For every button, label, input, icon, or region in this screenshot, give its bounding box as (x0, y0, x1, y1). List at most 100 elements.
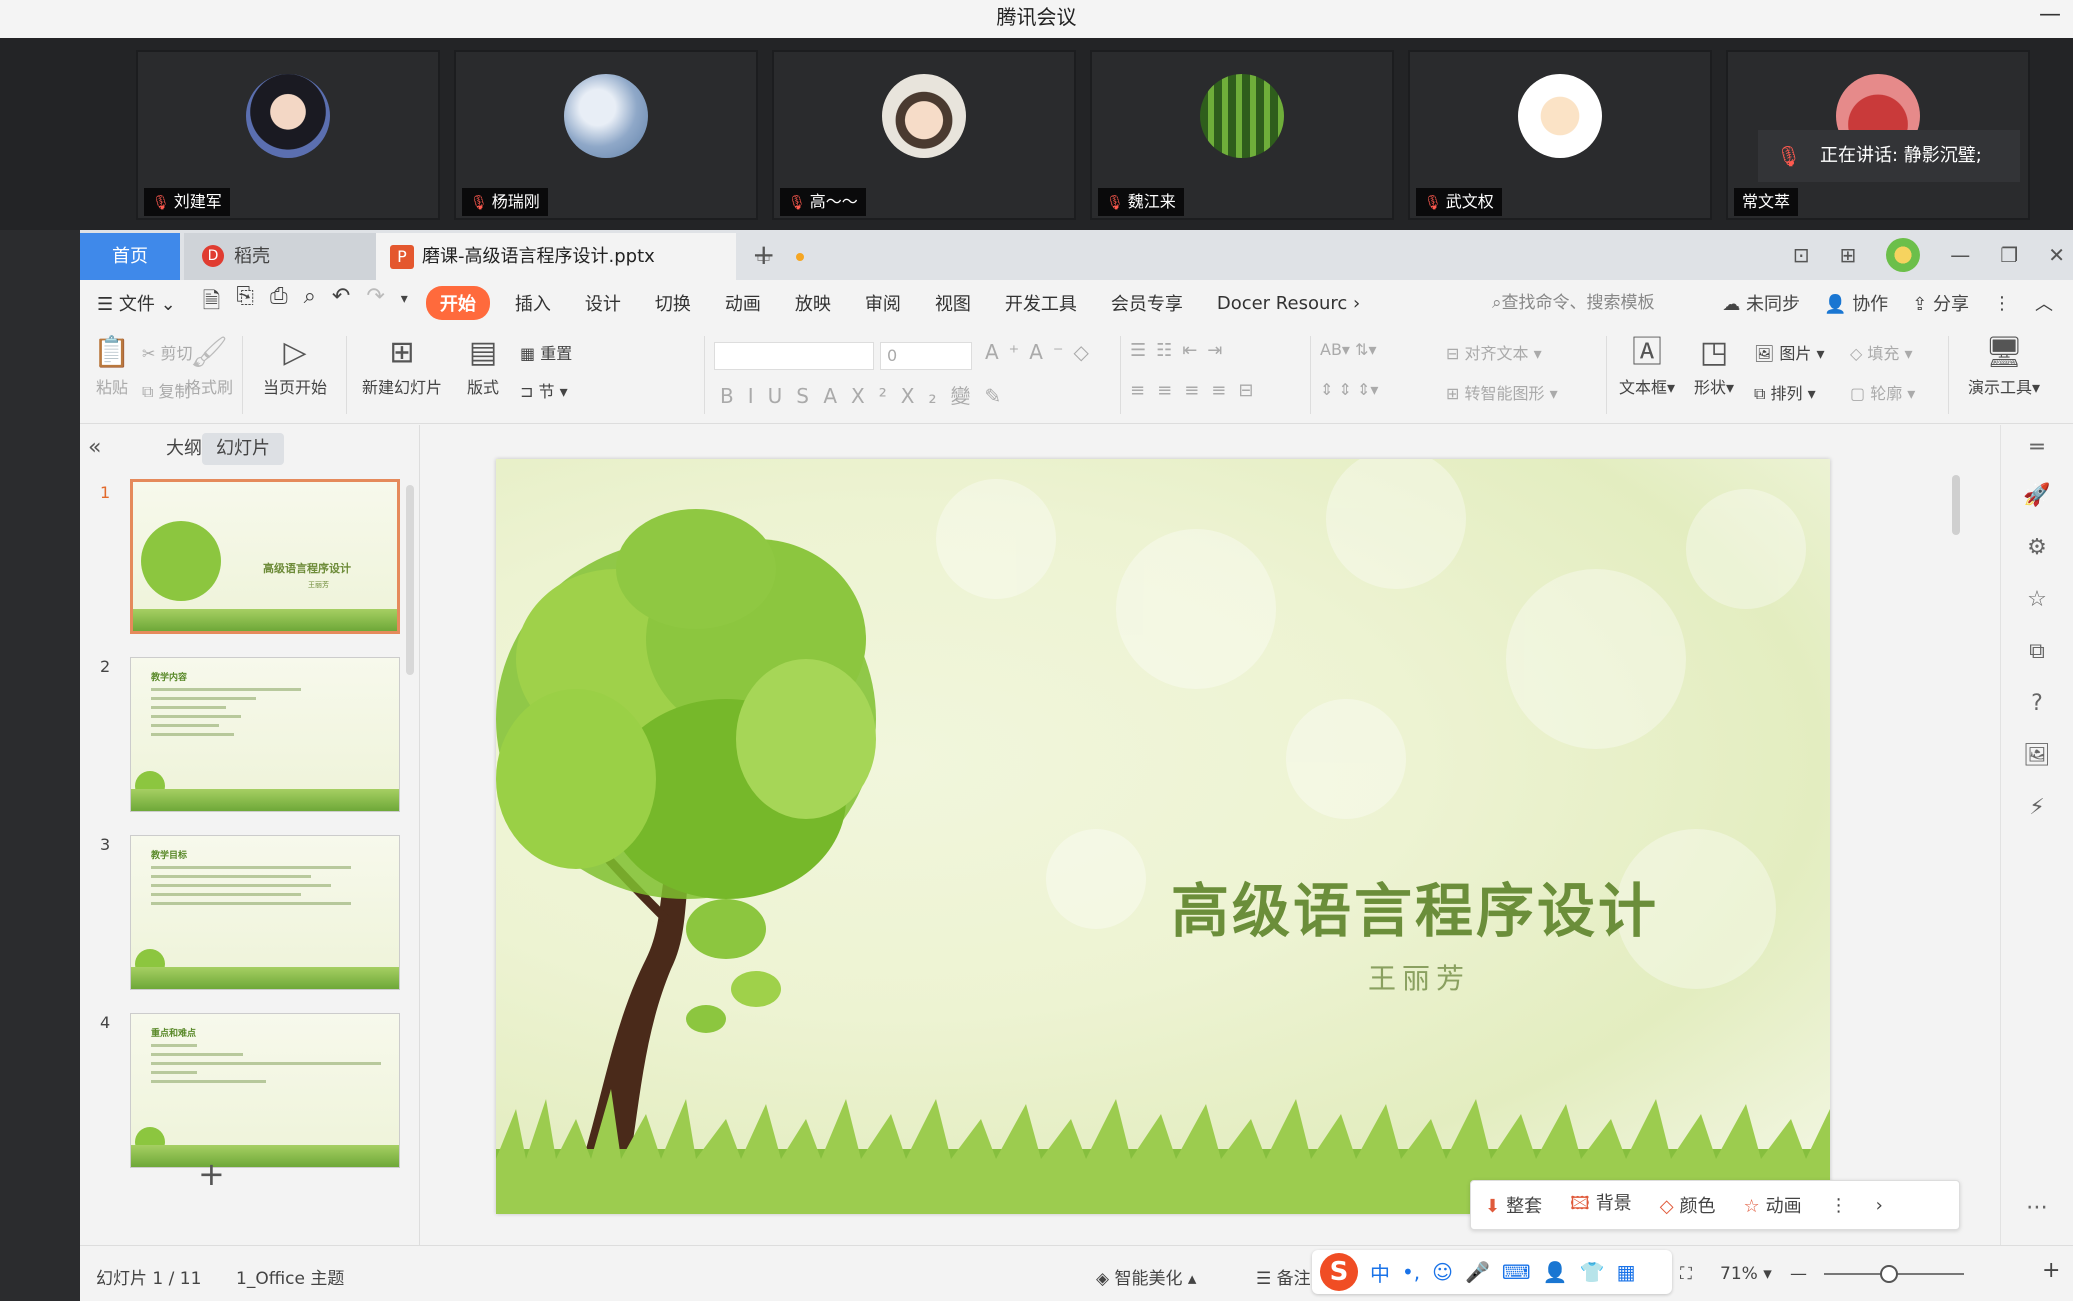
reset-button[interactable]: ▦ 重置 (520, 340, 572, 364)
image-edit-icon[interactable]: 🖼 (2023, 743, 2051, 771)
save-icon[interactable]: 🗎 (203, 284, 221, 322)
more-icon[interactable]: ⋮ (1816, 1195, 1862, 1216)
microphone-icon[interactable]: 🎤 (1465, 1260, 1490, 1284)
user-icon[interactable]: 👤 (1543, 1260, 1568, 1284)
align-controls[interactable]: ≡≡≡≡⊟ (1130, 380, 1265, 401)
zoom-slider-knob[interactable] (1880, 1265, 1898, 1283)
color-button[interactable]: ◇ 颜色 (1646, 1192, 1730, 1218)
participant-tile[interactable]: 🎙 武文权 (1408, 50, 1712, 220)
participant-tile[interactable]: 🎙 高～～ (772, 50, 1076, 220)
collapse-ribbon-icon[interactable]: ︿ (2035, 290, 2053, 316)
slide-title[interactable]: 高级语言程序设计 (1171, 864, 1659, 948)
lightning-icon[interactable]: ⚡ (2023, 795, 2051, 823)
template-set-button[interactable]: ⬇ 整套 (1471, 1192, 1556, 1218)
export-icon[interactable]: ⎘ (236, 284, 254, 322)
zoom-level[interactable]: 71% ▾ (1720, 1264, 1772, 1284)
emoji-icon[interactable]: ☺ (1432, 1260, 1453, 1284)
slide-thumbnail[interactable]: 高级语言程序设计 王丽芳 (130, 479, 400, 634)
menu-review[interactable]: 审阅 (848, 290, 918, 316)
slide-thumbnail[interactable]: 教学内容 (130, 657, 400, 812)
tab-document[interactable]: P 磨课-高级语言程序设计.pptx ▭ (376, 233, 804, 280)
collaborate-button[interactable]: 👤 协作 (1824, 290, 1888, 316)
presenter-tools-button[interactable]: 🖥 演示工具▾ (1956, 334, 2052, 398)
participant-tile[interactable]: 🎙 刘建军 (136, 50, 440, 220)
minimize-button[interactable]: — (2039, 2, 2061, 27)
more-icon[interactable]: ⋯ (2023, 1195, 2051, 1223)
share-button[interactable]: ⇪ 分享 (1912, 290, 1969, 316)
slide-editor[interactable]: 高级语言程序设计 王丽芳 (496, 459, 1830, 1214)
animation-button[interactable]: ☆ 动画 (1730, 1192, 1816, 1218)
sync-button[interactable]: ☁ 未同步 (1722, 290, 1800, 316)
menu-view[interactable]: 视图 (918, 290, 988, 316)
chevron-down-icon[interactable]: ▾ (401, 284, 408, 322)
section-button[interactable]: ⊐ 节 ▾ (520, 378, 568, 402)
slide-subtitle[interactable]: 王丽芳 (1368, 957, 1470, 997)
play-from-current-button[interactable]: ▷ 当页开始 (250, 334, 340, 398)
menu-member[interactable]: 会员专享 (1094, 290, 1200, 316)
new-slide-button[interactable]: ⊞ 新建幻灯片 (352, 334, 452, 398)
fit-window-icon[interactable]: ⛶ (1680, 1264, 1692, 1284)
menu-animation[interactable]: 动画 (708, 290, 778, 316)
skin-icon[interactable]: 👕 (1580, 1260, 1605, 1284)
list-controls[interactable]: ☰☷⇤⇥ (1130, 340, 1232, 361)
background-button[interactable]: 🖾 背景 (1556, 1189, 1646, 1221)
zoom-in-icon[interactable]: + (2042, 1258, 2060, 1283)
smartart-button[interactable]: ⊞ 转智能图形 ▾ (1446, 380, 1558, 404)
tab-slides[interactable]: 幻灯片 (202, 433, 284, 465)
shape-button[interactable]: ◳ 形状▾ (1686, 334, 1742, 398)
menu-design[interactable]: 设计 (568, 290, 638, 316)
font-size-controls[interactable]: A⁺A⁻◇ (985, 340, 1099, 364)
zoom-out-icon[interactable]: — (1790, 1264, 1807, 1284)
user-avatar[interactable] (1886, 238, 1921, 272)
menu-docer[interactable]: Docer Resourc › (1200, 293, 1377, 314)
menu-transition[interactable]: 切换 (638, 290, 708, 316)
beautify-button[interactable]: ◈ 智能美化 ▴ (1096, 1264, 1196, 1289)
punctuation-icon[interactable]: •, (1402, 1260, 1420, 1284)
line-spacing-controls[interactable]: ⇕ ⇕ ⇕▾ (1320, 380, 1378, 399)
new-tab-button[interactable]: + (752, 238, 775, 271)
ime-mode[interactable]: 中 (1370, 1258, 1390, 1287)
canvas-scrollbar[interactable] (1950, 445, 1962, 1185)
undo-icon[interactable]: ↶ (332, 284, 350, 322)
textbox-button[interactable]: 🄰 文本框▾ (1612, 334, 1682, 398)
panel-scrollbar[interactable] (406, 485, 414, 675)
text-direction-controls[interactable]: AB▾ ⇅▾ (1320, 340, 1376, 359)
slides-icon[interactable]: ⧉ (2023, 639, 2051, 667)
command-search[interactable]: ⌕查找命令、搜索模板 (1492, 280, 1655, 326)
close-icon[interactable]: ✕ (2048, 243, 2065, 267)
star-icon[interactable]: ☆ (2023, 587, 2051, 615)
slide-thumbnail[interactable]: 教学目标 (130, 835, 400, 990)
drag-handle-icon[interactable]: ═ (2023, 435, 2051, 463)
fill-button[interactable]: ◇ 填充 ▾ (1850, 340, 1913, 364)
font-size-select[interactable]: 0 (880, 342, 972, 370)
notes-button[interactable]: ☰ 备注 (1256, 1264, 1311, 1289)
rocket-icon[interactable]: 🚀 (2023, 483, 2051, 511)
format-painter-button[interactable]: 🖌 格式刷 (184, 334, 234, 398)
align-text-button[interactable]: ⊟ 对齐文本 ▾ (1446, 340, 1542, 364)
font-style-controls[interactable]: BIUSAX²X₂變✎ (720, 380, 1015, 409)
scroll-thumb[interactable] (1952, 475, 1960, 535)
settings-sliders-icon[interactable]: ⚙ (2023, 535, 2051, 563)
outline-button[interactable]: ▢ 轮廓 ▾ (1850, 380, 1915, 404)
redo-icon[interactable]: ↷ (366, 284, 384, 322)
grid-view-icon[interactable]: ⊞ (1840, 243, 1857, 267)
tab-home[interactable]: 首页 (80, 233, 180, 280)
menu-developer[interactable]: 开发工具 (988, 290, 1094, 316)
font-family-select[interactable] (714, 342, 874, 370)
menu-insert[interactable]: 插入 (498, 290, 568, 316)
arrange-button[interactable]: ⧉ 排列 ▾ (1754, 380, 1816, 404)
participant-tile[interactable]: 🎙 魏江来 (1090, 50, 1394, 220)
picture-button[interactable]: 🖼 图片 ▾ (1754, 340, 1825, 364)
theme-name[interactable]: 1_Office 主题 (236, 1264, 344, 1289)
collapse-panel-icon[interactable]: « (88, 435, 101, 460)
preview-icon[interactable]: ⌕ (304, 284, 316, 322)
menu-slideshow[interactable]: 放映 (778, 290, 848, 316)
keyboard-icon[interactable]: ⌨ (1502, 1260, 1531, 1284)
slide-thumbnail[interactable]: 重点和难点 (130, 1013, 400, 1168)
toolbox-icon[interactable]: ▦ (1617, 1260, 1636, 1284)
paste-button[interactable]: 📋 粘贴 (92, 334, 132, 398)
minimize-icon[interactable]: — (1950, 243, 1970, 267)
participant-tile[interactable]: 🎙 杨瑞刚 (454, 50, 758, 220)
layout-button[interactable]: ▤ 版式 (458, 334, 508, 398)
more-icon[interactable]: ⋮ (1993, 293, 2011, 314)
